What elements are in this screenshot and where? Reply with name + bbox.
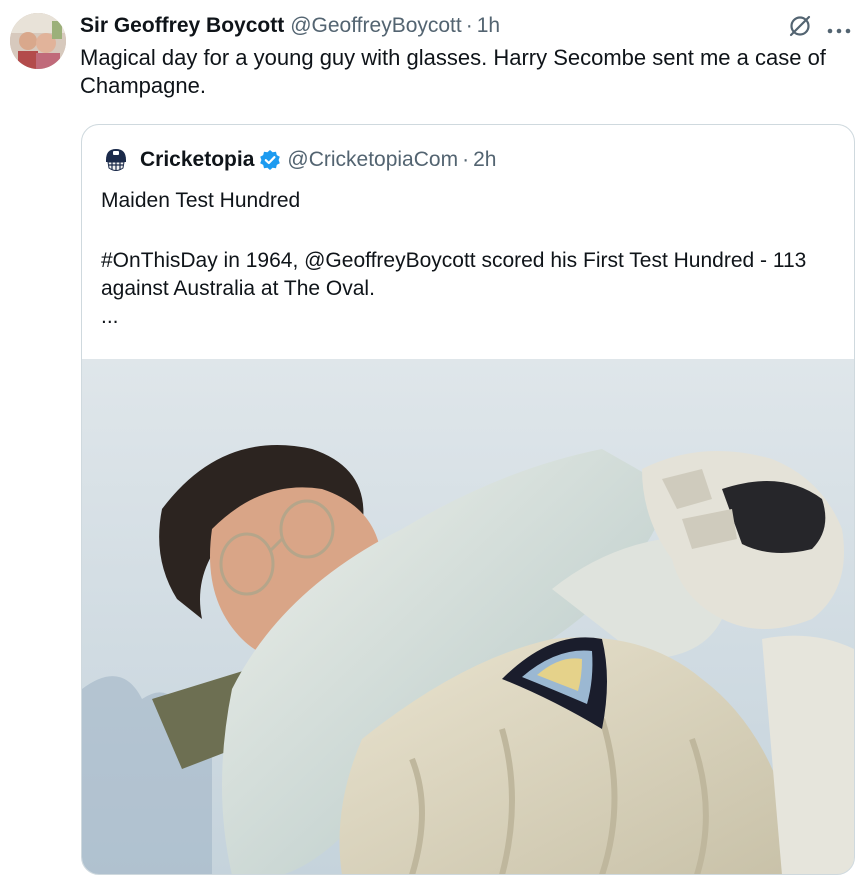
more-options-icon[interactable] [827,17,851,41]
verified-badge-icon [259,149,281,171]
quoted-timestamp[interactable]: 2h [473,148,496,172]
author-avatar[interactable] [10,13,66,69]
tweet-text: Magical day for a young guy with glasses… [80,45,826,98]
avatar-photo-icon [10,13,66,69]
quoted-author-name[interactable]: Cricketopia [140,148,254,172]
quoted-tweet[interactable]: Cricketopia @CricketopiaCom · 2h Maiden … [81,124,855,875]
tweet[interactable]: Sir Geoffrey Boycott @GeoffreyBoycott · … [0,0,865,891]
tweet-header: Sir Geoffrey Boycott @GeoffreyBoycott · … [80,11,851,41]
separator: · [465,14,473,37]
separator: · [462,148,470,171]
quoted-media-photo[interactable] [82,359,854,874]
author-name[interactable]: Sir Geoffrey Boycott [80,14,284,38]
helmet-logo-icon[interactable] [102,146,130,174]
quoted-tweet-header: Cricketopia @CricketopiaCom · 2h [102,145,496,175]
quoted-title: Maiden Test Hundred [101,189,301,212]
batsman-photo [82,359,854,874]
show-more-ellipsis[interactable]: ... [101,303,836,331]
quoted-author-handle[interactable]: @CricketopiaCom [287,148,458,172]
quoted-body: #OnThisDay in 1964, @GeoffreyBoycott sco… [101,249,807,300]
header-actions [787,13,851,45]
quoted-tweet-text: Maiden Test Hundred #OnThisDay in 1964, … [101,187,836,331]
grok-icon[interactable] [787,13,813,45]
author-handle[interactable]: @GeoffreyBoycott [290,14,462,38]
timestamp[interactable]: 1h [477,14,500,38]
